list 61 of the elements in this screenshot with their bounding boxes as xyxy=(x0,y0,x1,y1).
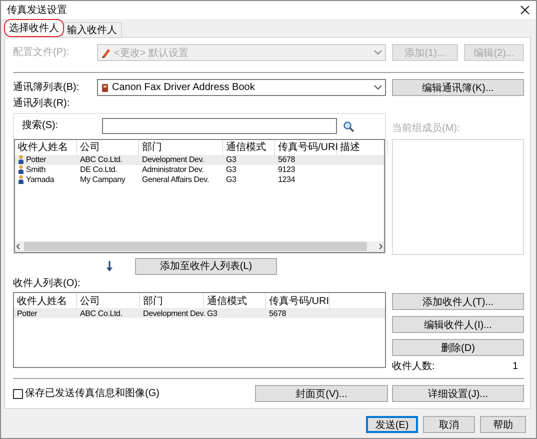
field-label: 配置文件(P): xyxy=(13,46,70,58)
table-cell: ABC Co.Ltd. xyxy=(80,308,122,318)
table-cell: G3 xyxy=(207,308,218,318)
dropdown-value: Canon Fax Driver Address Book xyxy=(112,82,256,93)
scrollbar[interactable] xyxy=(15,241,384,252)
button[interactable]: 帮助 xyxy=(480,416,526,433)
table-cell: Potter xyxy=(26,155,46,164)
table-cell: G3 xyxy=(226,155,236,164)
count-label: 收件人数: xyxy=(392,361,435,373)
close-icon[interactable] xyxy=(520,5,530,15)
table-cell: Potter xyxy=(17,308,38,318)
table-cell: Administrator Dev. xyxy=(142,165,204,174)
list-row[interactable]: Potter ABC Co.Ltd. Development Dev. G3 5678 xyxy=(14,308,385,318)
list-row[interactable]: Smith DE Co.Ltd. Administrator Dev. G3 9123 xyxy=(15,164,384,175)
address-book-dropdown[interactable]: Canon Fax Driver Address Book xyxy=(97,79,386,96)
section-label: 当前组成员(M): xyxy=(392,123,461,135)
chevron-down-icon xyxy=(374,85,382,90)
search-icon xyxy=(343,120,354,132)
table-cell: Development Dev. xyxy=(142,155,204,164)
table-cell: Yamada xyxy=(26,175,54,184)
field-label: 通讯簿列表(B): xyxy=(13,82,80,94)
section-label: 收件人列表(O): xyxy=(13,278,82,290)
table-cell: Smith xyxy=(26,165,46,174)
table-cell: ABC Co.Ltd. xyxy=(80,155,122,164)
table-cell: G3 xyxy=(226,175,236,184)
checkbox-label: 保存已发送传真信息和图像(G) xyxy=(25,388,160,400)
button[interactable]: 编辑通讯簿(K)... xyxy=(392,79,524,96)
button[interactable]: 添加收件人(T)... xyxy=(392,293,524,310)
table-cell: DE Co.Ltd. xyxy=(80,165,118,174)
table-cell: Development Dev. xyxy=(143,308,206,318)
table-cell: 5678 xyxy=(269,308,286,318)
tab[interactable]: 选择收件人 xyxy=(4,19,64,37)
button[interactable]: 封面页(V)... xyxy=(255,385,388,402)
down-arrow-icon xyxy=(106,260,113,272)
table-cell: G3 xyxy=(226,165,236,174)
scroll-right-icon xyxy=(377,243,384,250)
button[interactable]: 删除(D) xyxy=(392,339,524,356)
table-cell: 1234 xyxy=(278,175,295,184)
table-cell: 9123 xyxy=(278,165,295,174)
count-value: 1 xyxy=(512,361,518,373)
window-title: 传真发送设置 xyxy=(7,4,67,17)
search-field[interactable] xyxy=(102,118,337,134)
dropdown-value: <更改> 默认设置 xyxy=(114,46,190,60)
checkbox[interactable] xyxy=(13,388,23,398)
table-cell: My Campany xyxy=(80,175,126,184)
button[interactable]: 添加至收件人列表(L) xyxy=(135,258,277,274)
chevron-down-icon xyxy=(374,50,382,55)
scroll-left-icon xyxy=(15,243,22,250)
list-row[interactable]: Yamada My Campany General Affairs Dev. G3 1234 xyxy=(15,174,384,185)
table-cell: 5678 xyxy=(278,155,295,164)
pencil-icon xyxy=(101,47,111,58)
list-row[interactable]: Potter ABC Co.Ltd. Development Dev. G3 5678 xyxy=(15,154,384,165)
button[interactable]: 详细设置(J)... xyxy=(392,385,524,402)
button[interactable]: 发送(E) xyxy=(366,416,418,433)
tab[interactable]: 输入收件人 xyxy=(62,22,122,37)
table-cell: General Affairs Dev. xyxy=(142,175,209,184)
field-label: 搜索(S): xyxy=(22,120,60,132)
button[interactable]: 编辑收件人(I)... xyxy=(392,316,524,333)
section-label: 通讯列表(R): xyxy=(13,98,71,110)
book-icon xyxy=(101,82,109,92)
button[interactable]: 取消 xyxy=(423,416,475,433)
